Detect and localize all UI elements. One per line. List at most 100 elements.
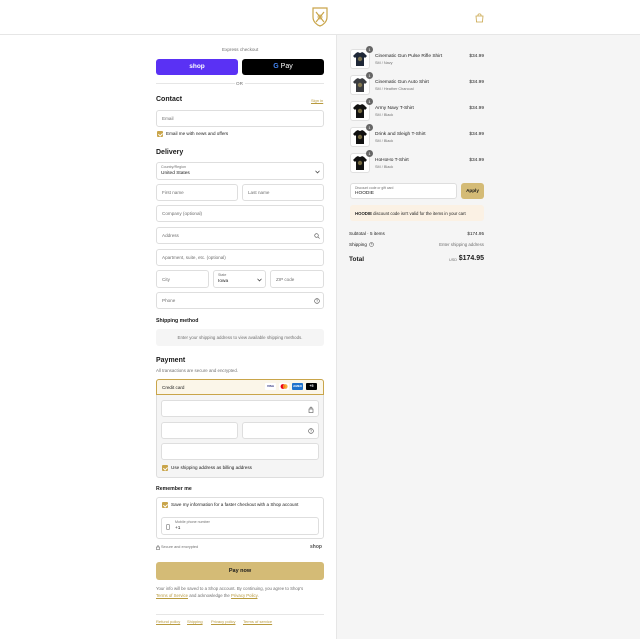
order-summary-panel bbox=[336, 35, 640, 639]
security-code-field[interactable] bbox=[242, 422, 319, 439]
quantity-badge: 1 bbox=[366, 72, 373, 79]
quantity-badge: 1 bbox=[366, 150, 373, 157]
tshirt-icon bbox=[353, 52, 367, 66]
tshirt-icon bbox=[353, 130, 367, 144]
currency-code: USD bbox=[449, 258, 458, 262]
lock-icon bbox=[308, 406, 314, 413]
phone-field[interactable]: Phone bbox=[156, 292, 324, 309]
apply-discount-button[interactable]: Apply bbox=[461, 183, 484, 199]
sign-in-link[interactable]: Sign in bbox=[311, 98, 323, 103]
help-icon[interactable] bbox=[308, 428, 314, 434]
country-select[interactable]: Country/Region United States bbox=[156, 162, 324, 180]
product-price: $34.99 bbox=[469, 106, 484, 111]
total-label: Total bbox=[349, 256, 365, 263]
product-name: Army Navy T-Shirt bbox=[375, 106, 414, 111]
tshirt-icon bbox=[353, 78, 367, 92]
footer-link-privacy[interactable]: Privacy policy bbox=[211, 619, 235, 624]
company-field[interactable]: Company (optional) bbox=[156, 205, 324, 222]
credit-card-option[interactable]: Credit card VISA AMEX +5 bbox=[156, 379, 324, 395]
tshirt-icon bbox=[353, 156, 367, 170]
header bbox=[0, 0, 640, 35]
footer-link-refund[interactable]: Refund policy bbox=[156, 619, 180, 624]
visa-icon: VISA bbox=[265, 383, 276, 390]
product-price: $34.99 bbox=[469, 158, 484, 163]
search-icon bbox=[314, 233, 320, 239]
city-field[interactable]: City bbox=[156, 270, 209, 288]
secure-encrypted-text: Secure and encrypted bbox=[161, 545, 199, 549]
product-price: $34.99 bbox=[469, 132, 484, 137]
save-info-label: Save my information for a faster checkou… bbox=[171, 502, 299, 507]
more-cards-badge: +5 bbox=[306, 383, 317, 390]
card-number-field[interactable] bbox=[161, 400, 319, 417]
help-icon[interactable] bbox=[314, 298, 320, 304]
chevron-down-icon bbox=[257, 278, 262, 282]
last-name-field[interactable]: Last name bbox=[242, 184, 324, 201]
express-checkout-title: Express checkout bbox=[222, 47, 259, 52]
product-variant: SM / Heather Charcoal bbox=[375, 87, 414, 91]
product-variant: SM / Black bbox=[375, 113, 394, 117]
privacy-policy-link[interactable]: Privacy Policy bbox=[231, 593, 257, 598]
or-separator: OR bbox=[236, 81, 243, 86]
mobile-phone-icon bbox=[166, 524, 170, 530]
google-pay-button[interactable]: G Pay bbox=[242, 59, 324, 75]
payment-subtitle: All transactions are secure and encrypte… bbox=[156, 368, 239, 373]
shipping-value: Enter shipping address bbox=[439, 242, 484, 247]
total-value: $174.95 bbox=[458, 255, 484, 262]
billing-checkbox[interactable] bbox=[162, 465, 168, 471]
apartment-field[interactable]: Apartment, suite, etc. (optional) bbox=[156, 249, 324, 266]
mastercard-icon bbox=[279, 383, 289, 390]
shopping-bag-icon[interactable] bbox=[474, 12, 485, 23]
product-price: $34.99 bbox=[469, 54, 484, 59]
legal-text: Your info will be saved to a Shop accoun… bbox=[156, 586, 304, 598]
quantity-badge: 1 bbox=[366, 46, 373, 53]
quantity-badge: 1 bbox=[366, 124, 373, 131]
store-logo-icon[interactable] bbox=[311, 7, 329, 27]
shop-pay-button[interactable]: shop bbox=[156, 59, 238, 75]
footer-link-terms[interactable]: Terms of service bbox=[243, 619, 272, 624]
google-pay-label: G Pay bbox=[273, 63, 293, 70]
discount-code-field[interactable]: Discount code or gift card HOODIE bbox=[350, 183, 457, 199]
news-checkbox[interactable] bbox=[157, 131, 163, 137]
product-name: Cinematic Gun Pulse Rifle Shirt bbox=[375, 54, 443, 59]
zip-field[interactable]: ZIP code bbox=[270, 270, 324, 288]
product-name: Cinematic Gun Auto Shirt bbox=[375, 80, 429, 85]
delivery-heading: Delivery bbox=[156, 149, 184, 156]
state-select[interactable]: State Iowa bbox=[213, 270, 266, 288]
pay-now-button[interactable]: Pay now bbox=[156, 562, 324, 580]
subtotal-label: Subtotal · 5 items bbox=[349, 231, 385, 236]
shipping-notice: Enter your shipping address to view avai… bbox=[156, 329, 324, 346]
billing-checkbox-label: Use shipping address as billing address bbox=[171, 465, 252, 470]
divider bbox=[245, 83, 324, 84]
address-field[interactable]: Address bbox=[156, 227, 324, 244]
divider bbox=[156, 83, 235, 84]
remember-me-heading: Remember me bbox=[156, 486, 192, 492]
expiration-field[interactable] bbox=[161, 422, 238, 439]
name-on-card-field[interactable] bbox=[161, 443, 319, 460]
product-name: Drink and Sleigh T-Shirt bbox=[375, 132, 426, 137]
mobile-phone-field[interactable]: Mobile phone number +1 bbox=[161, 517, 319, 535]
product-variant: SM / Navy bbox=[375, 61, 393, 65]
footer-link-shipping[interactable]: Shipping bbox=[187, 619, 203, 624]
shipping-label: Shipping bbox=[349, 242, 367, 247]
product-variant: SM / Black bbox=[375, 139, 394, 143]
email-field[interactable]: Email bbox=[156, 110, 324, 127]
amex-icon: AMEX bbox=[292, 383, 303, 390]
help-icon[interactable] bbox=[369, 242, 374, 247]
lock-icon bbox=[156, 545, 160, 550]
save-info-checkbox[interactable] bbox=[162, 502, 168, 508]
google-g-icon: G bbox=[273, 63, 279, 70]
discount-error-banner: HOODIE discount code isn't valid for the… bbox=[350, 205, 484, 221]
chevron-down-icon bbox=[315, 170, 320, 174]
product-variant: SM / Black bbox=[375, 165, 394, 169]
tshirt-icon bbox=[353, 104, 367, 118]
subtotal-value: $174.95 bbox=[467, 231, 484, 236]
contact-heading: Contact bbox=[156, 96, 183, 103]
first-name-field[interactable]: First name bbox=[156, 184, 238, 201]
product-price: $34.99 bbox=[469, 80, 484, 85]
shipping-method-heading: Shipping method bbox=[156, 318, 199, 324]
shop-logo: shop bbox=[310, 544, 322, 550]
payment-heading: Payment bbox=[156, 357, 186, 364]
terms-of-service-link[interactable]: Terms of Service bbox=[156, 593, 188, 598]
product-name: HoHoHo T-Shirt bbox=[375, 158, 409, 163]
news-checkbox-label: Email me with news and offers bbox=[166, 131, 229, 136]
